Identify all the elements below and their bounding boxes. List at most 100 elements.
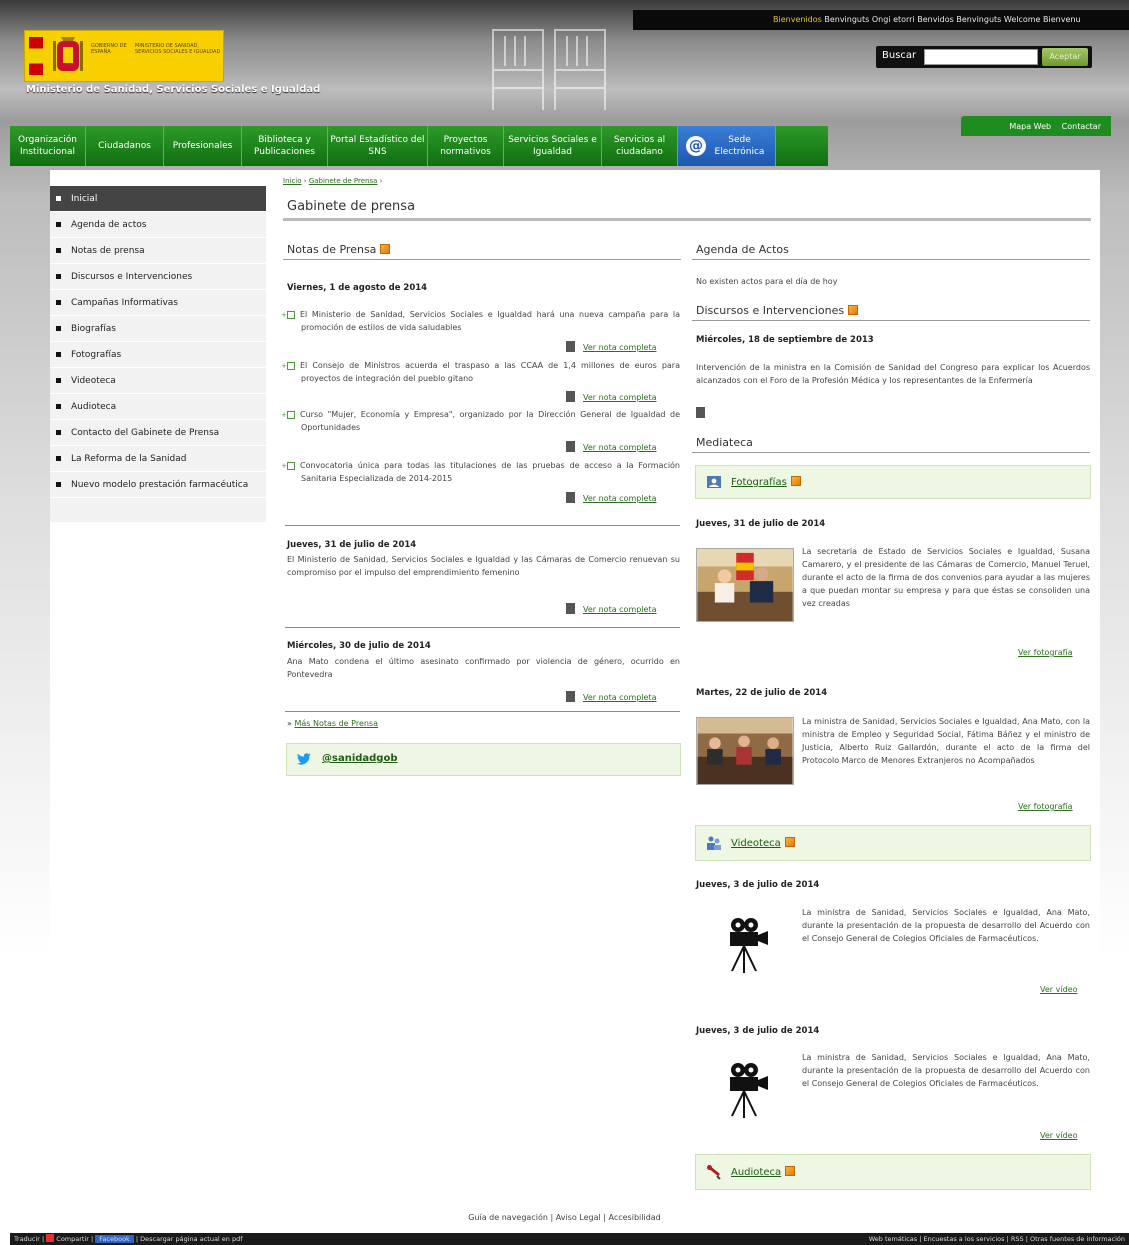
sidebar-item-fotografias[interactable]: Fotografías: [50, 342, 266, 368]
nav-item-ciudadanos[interactable]: Ciudadanos: [86, 126, 164, 166]
ver-nota-link[interactable]: Ver nota completa: [566, 492, 657, 503]
search-input[interactable]: [924, 49, 1038, 65]
ver-nota-link[interactable]: Ver nota completa: [566, 691, 657, 702]
expand-icon[interactable]: +: [281, 462, 295, 470]
expand-icon[interactable]: +: [281, 362, 295, 370]
bullet-icon: [56, 430, 61, 435]
welcome-lang[interactable]: Bienvenu: [1043, 15, 1081, 24]
ministry-logo[interactable]: GOBIERNO DE ESPAÑA MINISTERIO DE SANIDAD…: [24, 30, 224, 82]
ver-nota-link[interactable]: Ver nota completa: [566, 441, 657, 452]
news-item[interactable]: Ana Mato condena el último asesinato con…: [287, 655, 680, 681]
link-label: Audioteca: [731, 1167, 782, 1178]
mapa-web-link[interactable]: Mapa Web: [1009, 122, 1051, 131]
welcome-lang[interactable]: Benvidos: [917, 15, 954, 24]
videoteca-link[interactable]: Videoteca: [731, 837, 795, 849]
document-icon: [566, 341, 575, 352]
news-item[interactable]: + Convocatoria única para todas las titul…: [281, 459, 680, 485]
agenda-header[interactable]: Agenda de Actos: [692, 243, 1090, 260]
nav-item-servicios-ciudadano[interactable]: Servicios al ciudadano: [602, 126, 678, 166]
footer-link-accesibilidad[interactable]: Accesibilidad: [609, 1213, 661, 1222]
ver-fotografia-link[interactable]: Ver fotografía: [1018, 802, 1073, 811]
welcome-lang[interactable]: Bienvenidos: [773, 15, 822, 24]
ver-video-link[interactable]: Ver vídeo: [1040, 1131, 1077, 1140]
pdf-download-button[interactable]: Descargar página actual en pdf: [140, 1235, 242, 1243]
utility-links: Mapa Web Contactar: [961, 116, 1111, 136]
rss-icon[interactable]: [784, 837, 795, 847]
bullet-icon: [56, 196, 61, 201]
nav-item-biblioteca[interactable]: Biblioteca y Publicaciones: [242, 126, 328, 166]
translate-button[interactable]: Traducir: [14, 1235, 40, 1243]
film-camera-icon[interactable]: [718, 915, 770, 975]
welcome-lang[interactable]: Welcome: [1004, 15, 1041, 24]
sidebar-item-discursos[interactable]: Discursos e Intervenciones: [50, 264, 266, 290]
news-item[interactable]: + El Ministerio de Sanidad, Servicios Soc…: [281, 308, 680, 334]
sidebar-item-farmaceutica[interactable]: Nuevo modelo prestación farmacéutica: [50, 472, 266, 498]
film-camera-icon[interactable]: [718, 1060, 770, 1120]
nav-item-sede-electronica[interactable]: @ Sede Electrónica: [678, 126, 776, 166]
welcome-lang[interactable]: Benvinguts: [824, 15, 869, 24]
rss-icon[interactable]: [380, 244, 391, 254]
mas-notas-link[interactable]: Más Notas de Prensa: [294, 719, 378, 728]
section-title[interactable]: Notas de Prensa: [287, 243, 376, 256]
nav-item-organizacion[interactable]: Organización Institucional: [10, 126, 86, 166]
link-label: Fotografías: [731, 477, 787, 488]
ver-video-link[interactable]: Ver vídeo: [1040, 985, 1077, 994]
sidebar-item-biografias[interactable]: Biografías: [50, 316, 266, 342]
photo-caption: La ministra de Sanidad, Servicios Social…: [802, 717, 1090, 765]
document-link[interactable]: [696, 407, 713, 418]
sidebar-item-audioteca[interactable]: Audioteca: [50, 394, 266, 420]
sidebar-item-inicial[interactable]: Inicial: [50, 186, 266, 212]
nav-item-portal-estadistico[interactable]: Portal Estadístico del SNS: [328, 126, 428, 166]
ver-nota-link[interactable]: Ver nota completa: [566, 391, 657, 402]
rss-icon[interactable]: [785, 1166, 796, 1176]
sidebar-item-videoteca[interactable]: Videoteca: [50, 368, 266, 394]
photo-thumbnail[interactable]: [696, 717, 794, 785]
sidebar-item-agenda[interactable]: Agenda de actos: [50, 212, 266, 238]
rss-link[interactable]: RSS: [1011, 1235, 1024, 1243]
contactar-link[interactable]: Contactar: [1062, 122, 1101, 131]
facebook-button[interactable]: Facebook: [95, 1235, 134, 1243]
search-button[interactable]: Aceptar: [1042, 48, 1088, 66]
footer-link-aviso[interactable]: Aviso Legal: [556, 1213, 601, 1222]
news-item[interactable]: El Ministerio de Sanidad, Servicios Soci…: [287, 553, 680, 579]
ver-nota-link[interactable]: Ver nota completa: [566, 341, 657, 352]
discurso-text[interactable]: Intervención de la ministra en la Comisi…: [696, 361, 1090, 387]
breadcrumb-current[interactable]: Gabinete de Prensa: [309, 177, 378, 185]
news-date: Miércoles, 18 de septiembre de 2013: [696, 335, 874, 345]
news-item[interactable]: + Curso "Mujer, Economía y Empresa", orga…: [281, 408, 680, 434]
twitter-bird-icon[interactable]: [296, 751, 312, 767]
sidebar-item-reforma[interactable]: La Reforma de la Sanidad: [50, 446, 266, 472]
ver-nota-link[interactable]: Ver nota completa: [566, 603, 657, 614]
expand-icon[interactable]: +: [281, 311, 295, 319]
welcome-lang[interactable]: Benvinguts: [956, 15, 1001, 24]
web-tematicas-link[interactable]: Web temáticas: [869, 1235, 917, 1243]
double-arrow-icon: »: [287, 719, 292, 728]
rss-icon[interactable]: [790, 476, 801, 486]
section-title[interactable]: Discursos e Intervenciones: [696, 304, 844, 317]
nav-item-proyectos[interactable]: Proyectos normativos: [428, 126, 504, 166]
encuestas-link[interactable]: Encuestas a los servicios: [924, 1235, 1005, 1243]
welcome-lang[interactable]: Ongi etorri: [872, 15, 915, 24]
share-button[interactable]: Compartir: [56, 1235, 89, 1243]
photo-thumbnail[interactable]: [696, 548, 794, 622]
link-label: Ver nota completa: [583, 693, 657, 702]
sidebar-item-notas[interactable]: Notas de prensa: [50, 238, 266, 264]
ministry-name: Ministerio de Sanidad, Servicios Sociale…: [26, 84, 321, 95]
twitter-link[interactable]: @sanidadgob: [322, 753, 398, 764]
mediateca-header: Mediateca: [692, 436, 1090, 453]
otras-fuentes-link[interactable]: Otras fuentes de información: [1030, 1235, 1125, 1243]
audioteca-link[interactable]: Audioteca: [731, 1166, 796, 1178]
rss-icon[interactable]: [848, 305, 859, 315]
fotografias-link[interactable]: Fotografías: [731, 476, 801, 488]
sidebar-item-contacto[interactable]: Contacto del Gabinete de Prensa: [50, 420, 266, 446]
news-item[interactable]: + El Consejo de Ministros acuerda el tras…: [281, 359, 680, 385]
notas-header: Notas de Prensa: [283, 243, 681, 260]
ver-fotografia-link[interactable]: Ver fotografía: [1018, 648, 1073, 657]
sidebar-item-label: Biografías: [71, 323, 116, 334]
sidebar-item-campanas[interactable]: Campañas Informativas: [50, 290, 266, 316]
expand-icon[interactable]: +: [281, 411, 295, 419]
nav-item-servicios-sociales[interactable]: Servicios Sociales e Igualdad: [504, 126, 602, 166]
breadcrumb-home[interactable]: Inicio: [283, 177, 302, 185]
nav-item-profesionales[interactable]: Profesionales: [164, 126, 242, 166]
footer-link-guia[interactable]: Guía de navegación: [468, 1213, 548, 1222]
